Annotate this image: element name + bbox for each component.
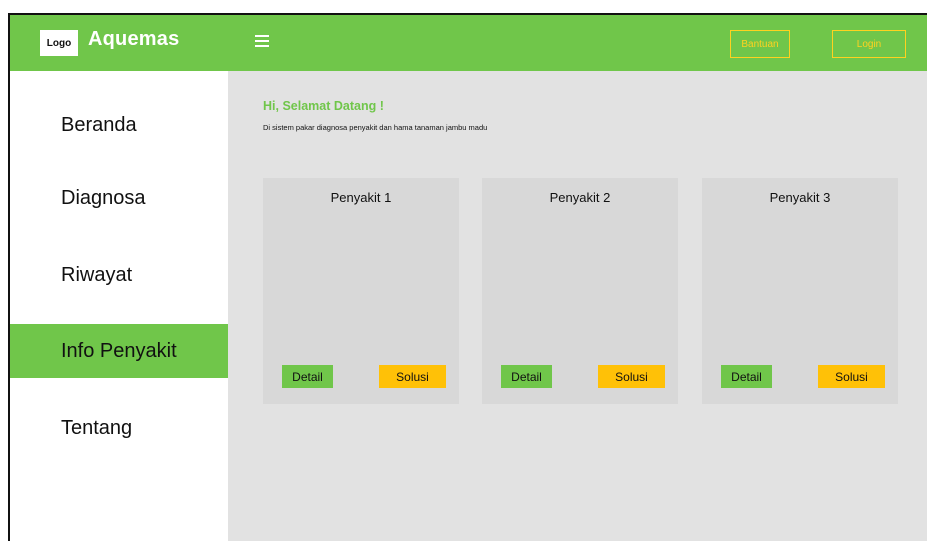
sidebar-item-label: Tentang (61, 416, 133, 439)
sidebar-item-label: Info Penyakit (61, 339, 177, 362)
card-title: Penyakit 1 (330, 190, 392, 205)
bantuan-button[interactable]: Bantuan (730, 30, 790, 58)
sidebar-item-info-penyakit[interactable]: Info Penyakit (10, 324, 228, 378)
greeting-subtitle: Di sistem pakar diagnosa penyakit dan ha… (263, 123, 488, 132)
detail-button[interactable]: Detail (501, 365, 552, 388)
sidebar-item-beranda[interactable]: Beranda (10, 98, 228, 152)
detail-button[interactable]: Detail (282, 365, 333, 388)
disease-card: Penyakit 3 Detail Solusi (702, 178, 898, 404)
brand-name: Aquemas (88, 28, 180, 50)
hamburger-icon[interactable] (255, 34, 269, 48)
sidebar: Beranda Diagnosa Riwayat Info Penyakit T… (10, 71, 228, 541)
sidebar-item-label: Beranda (61, 113, 137, 136)
disease-card: Penyakit 2 Detail Solusi (482, 178, 678, 404)
solusi-button[interactable]: Solusi (379, 365, 446, 388)
sidebar-item-riwayat[interactable]: Riwayat (10, 248, 228, 302)
top-navbar: Logo Aquemas Bantuan Login (10, 15, 927, 71)
solusi-button[interactable]: Solusi (598, 365, 665, 388)
sidebar-item-label: Riwayat (61, 263, 133, 286)
logo: Logo (40, 30, 78, 56)
card-title: Penyakit 2 (549, 190, 611, 205)
card-title: Penyakit 3 (769, 190, 831, 205)
sidebar-item-diagnosa[interactable]: Diagnosa (10, 171, 228, 225)
disease-card: Penyakit 1 Detail Solusi (263, 178, 459, 404)
detail-button[interactable]: Detail (721, 365, 772, 388)
main-content: Hi, Selamat Datang ! Di sistem pakar dia… (228, 71, 927, 541)
sidebar-item-label: Diagnosa (61, 186, 146, 209)
solusi-button[interactable]: Solusi (818, 365, 885, 388)
greeting-title: Hi, Selamat Datang ! (263, 99, 384, 113)
app-window: Logo Aquemas Bantuan Login Beranda Diagn… (8, 13, 927, 541)
login-button[interactable]: Login (832, 30, 906, 58)
sidebar-item-tentang[interactable]: Tentang (10, 401, 228, 455)
